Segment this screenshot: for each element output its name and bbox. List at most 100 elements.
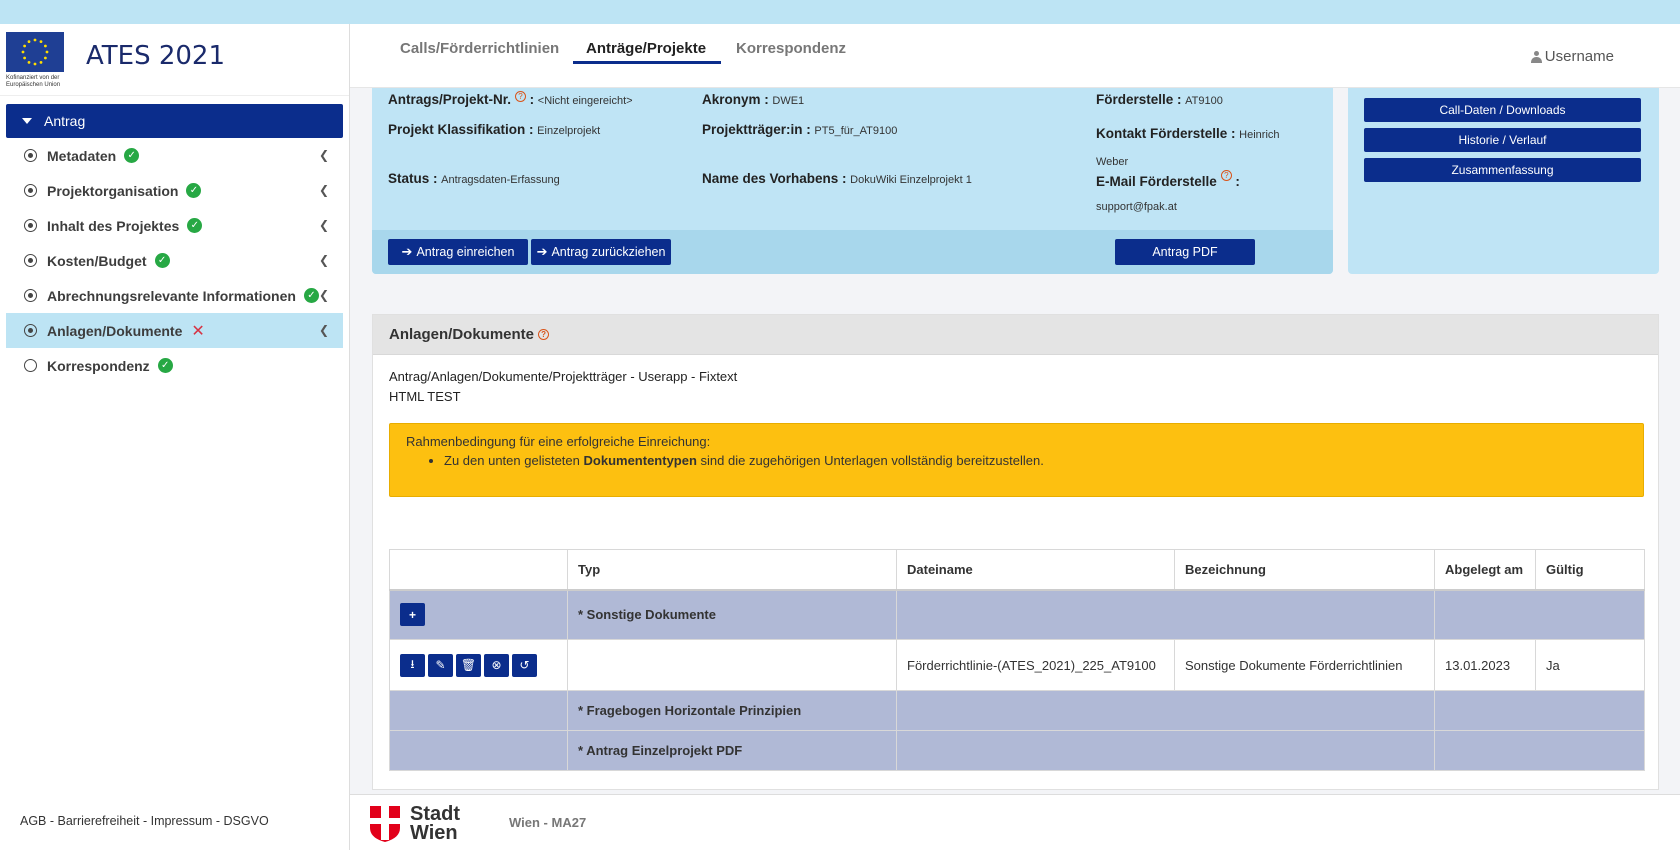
radio-empty-icon bbox=[24, 359, 37, 372]
status-field: Status : Antragsdaten-Erfassung bbox=[388, 170, 560, 189]
sidebar-item-label: Anlagen/Dokumente bbox=[47, 322, 183, 339]
email-label: E-Mail Förderstelle bbox=[1096, 174, 1217, 189]
table-cell bbox=[1174, 690, 1435, 731]
notice-text: sind die zugehörigen Unterlagen vollstän… bbox=[700, 453, 1044, 468]
abgelegt-cell: 13.01.2023 bbox=[1434, 639, 1536, 691]
table-cell bbox=[1434, 730, 1645, 771]
download-icon[interactable]: ⭳ bbox=[400, 653, 425, 677]
tab-korrespondenz[interactable]: Korrespondenz bbox=[736, 40, 846, 57]
table-cell bbox=[1174, 589, 1435, 640]
sidebar-item-label: Inhalt des Projektes bbox=[47, 217, 180, 234]
call-daten-button[interactable]: Call-Daten / Downloads bbox=[1364, 98, 1641, 122]
cancel-circle-icon[interactable]: ⊗ bbox=[484, 653, 509, 677]
sidebar-item-korrespondenz[interactable]: Korrespondenz ✓ bbox=[6, 348, 343, 383]
table-row-group: * Antrag Einzelprojekt PDF bbox=[389, 730, 1645, 771]
org-label: Wien - MA27 bbox=[509, 815, 587, 830]
sidebar-item-label: Korrespondenz bbox=[47, 357, 150, 374]
column-header: Dateiname bbox=[896, 549, 1175, 591]
check-icon: ✓ bbox=[303, 288, 319, 303]
klassifikation-value: Einzelprojekt bbox=[537, 125, 601, 137]
table-cell bbox=[896, 589, 1175, 640]
antrag-zurueckziehen-button[interactable]: ➔ Antrag zurückziehen bbox=[531, 239, 671, 265]
chevron-left-icon: ❮ bbox=[318, 148, 329, 162]
group-label: * Antrag Einzelprojekt PDF bbox=[567, 730, 897, 771]
email-field: E-Mail Förderstelle? : support@fpak.at bbox=[1096, 170, 1240, 213]
radio-icon bbox=[24, 289, 37, 302]
help-icon[interactable]: ? bbox=[515, 91, 527, 102]
nav-head-antrag[interactable]: Antrag bbox=[6, 104, 343, 138]
sidebar-item-anlagen[interactable]: Anlagen/Dokumente ✕ ❮ bbox=[6, 313, 343, 348]
kontakt-value-last: Weber bbox=[1096, 156, 1129, 168]
sidebar-item-projektorganisation[interactable]: Projektorganisation ✓ ❮ bbox=[6, 173, 343, 208]
email-value[interactable]: support@fpak.at bbox=[1096, 201, 1177, 213]
column-header: Typ bbox=[567, 549, 897, 591]
username: Username bbox=[1544, 48, 1614, 65]
zusammenfassung-button[interactable]: Zusammenfassung bbox=[1364, 158, 1641, 182]
table-row: ⭳ ✎ 🗑 ⊗ ↺ Förderrichtlinie-(ATES_2021)_225_A… bbox=[389, 639, 1645, 691]
notice-bold: Dokumententypen bbox=[583, 453, 697, 468]
sidebar-item-inhalt[interactable]: Inhalt des Projektes ✓ ❮ bbox=[6, 208, 343, 243]
radio-icon bbox=[24, 219, 37, 232]
radio-icon bbox=[24, 184, 37, 197]
caret-down-icon bbox=[22, 118, 32, 124]
help-icon[interactable]: ? bbox=[538, 329, 550, 340]
user-menu[interactable]: Username bbox=[1530, 48, 1614, 65]
check-icon: ✓ bbox=[124, 148, 140, 163]
tab-antraege[interactable]: Anträge/Projekte bbox=[586, 40, 706, 57]
table-row-group: * Fragebogen Horizontale Prinzipien bbox=[389, 690, 1645, 731]
notice-title: Rahmenbedingung für eine erfolgreiche Ei… bbox=[406, 434, 711, 449]
button-label: Antrag zurückziehen bbox=[551, 245, 666, 259]
table-cell bbox=[389, 730, 568, 771]
error-x-icon: ✕ bbox=[191, 322, 205, 340]
table-cell bbox=[1434, 589, 1645, 640]
documents-text-line1: Antrag/Anlagen/Dokumente/Projektträger -… bbox=[389, 369, 738, 384]
radio-icon bbox=[24, 254, 37, 267]
arrow-right-icon: ➔ bbox=[401, 244, 413, 259]
wien-shield-icon bbox=[370, 806, 400, 842]
foerderstelle-value: AT9100 bbox=[1185, 95, 1223, 107]
nav-head-label: Antrag bbox=[44, 113, 86, 129]
sidebar-item-label: Metadaten bbox=[47, 147, 117, 164]
tab-calls[interactable]: Calls/Förderrichtlinien bbox=[400, 40, 559, 57]
edit-icon[interactable]: ✎ bbox=[428, 653, 453, 677]
klassifikation-field: Projekt Klassifikation : Einzelprojekt bbox=[388, 121, 600, 140]
arrow-right-icon: ➔ bbox=[536, 244, 548, 259]
wien-logo-text: Stadt Wien bbox=[410, 804, 460, 844]
table-cell bbox=[389, 690, 568, 731]
trash-icon[interactable]: 🗑 bbox=[456, 653, 481, 677]
history-icon[interactable]: ↺ bbox=[512, 653, 537, 677]
sidebar-item-metadaten[interactable]: Metadaten ✓ ❮ bbox=[6, 138, 343, 173]
column-header bbox=[389, 549, 568, 591]
info-action-bar: ➔ Antrag einreichen ➔ Antrag zurückziehen … bbox=[372, 230, 1333, 274]
table-cell bbox=[896, 690, 1175, 731]
wien-logo-line2: Wien bbox=[410, 822, 458, 844]
traeger-value: PT5_für_AT9100 bbox=[814, 125, 898, 137]
historie-button[interactable]: Historie / Verlauf bbox=[1364, 128, 1641, 152]
antragsnr-value: <Nicht eingereicht> bbox=[537, 95, 633, 107]
traeger-field: Projektträger:in : PT5_für_AT9100 bbox=[702, 121, 897, 140]
top-strip bbox=[0, 0, 1680, 24]
sidebar-item-kosten[interactable]: Kosten/Budget ✓ ❮ bbox=[6, 243, 343, 278]
antrag-pdf-button[interactable]: Antrag PDF bbox=[1115, 239, 1255, 265]
sidebar: Kofinanziert von der Europäischen Union … bbox=[0, 24, 350, 850]
add-icon[interactable]: + bbox=[400, 603, 425, 627]
table-cell bbox=[896, 730, 1175, 771]
table-header: Typ Dateiname Bezeichnung Abgelegt am Gü… bbox=[389, 549, 1645, 591]
column-header: Abgelegt am bbox=[1434, 549, 1536, 591]
sidebar-item-abrechnung[interactable]: Abrechnungsrelevante Informationen ✓ ❮ bbox=[6, 278, 343, 313]
footer-links[interactable]: AGB - Barrierefreiheit - Impressum - DSG… bbox=[20, 814, 269, 828]
eu-flag-logo bbox=[6, 32, 64, 72]
brand: Kofinanziert von der Europäischen Union … bbox=[0, 24, 349, 96]
chevron-left-icon: ❮ bbox=[318, 253, 329, 267]
antrag-einreichen-button[interactable]: ➔ Antrag einreichen bbox=[388, 239, 528, 265]
foerderstelle-field: Förderstelle : AT9100 bbox=[1096, 91, 1223, 110]
chevron-left-icon: ❮ bbox=[318, 288, 329, 302]
documents-text-line2: HTML TEST bbox=[389, 389, 461, 404]
radio-icon bbox=[24, 324, 37, 337]
klassifikation-label: Projekt Klassifikation : bbox=[388, 122, 534, 137]
check-icon: ✓ bbox=[187, 218, 203, 233]
table-cell bbox=[567, 639, 897, 691]
project-info-panel: Antrags/Projekt-Nr.? : <Nicht eingereich… bbox=[372, 88, 1333, 274]
chevron-left-icon: ❮ bbox=[318, 183, 329, 197]
help-icon[interactable]: ? bbox=[1220, 170, 1232, 181]
